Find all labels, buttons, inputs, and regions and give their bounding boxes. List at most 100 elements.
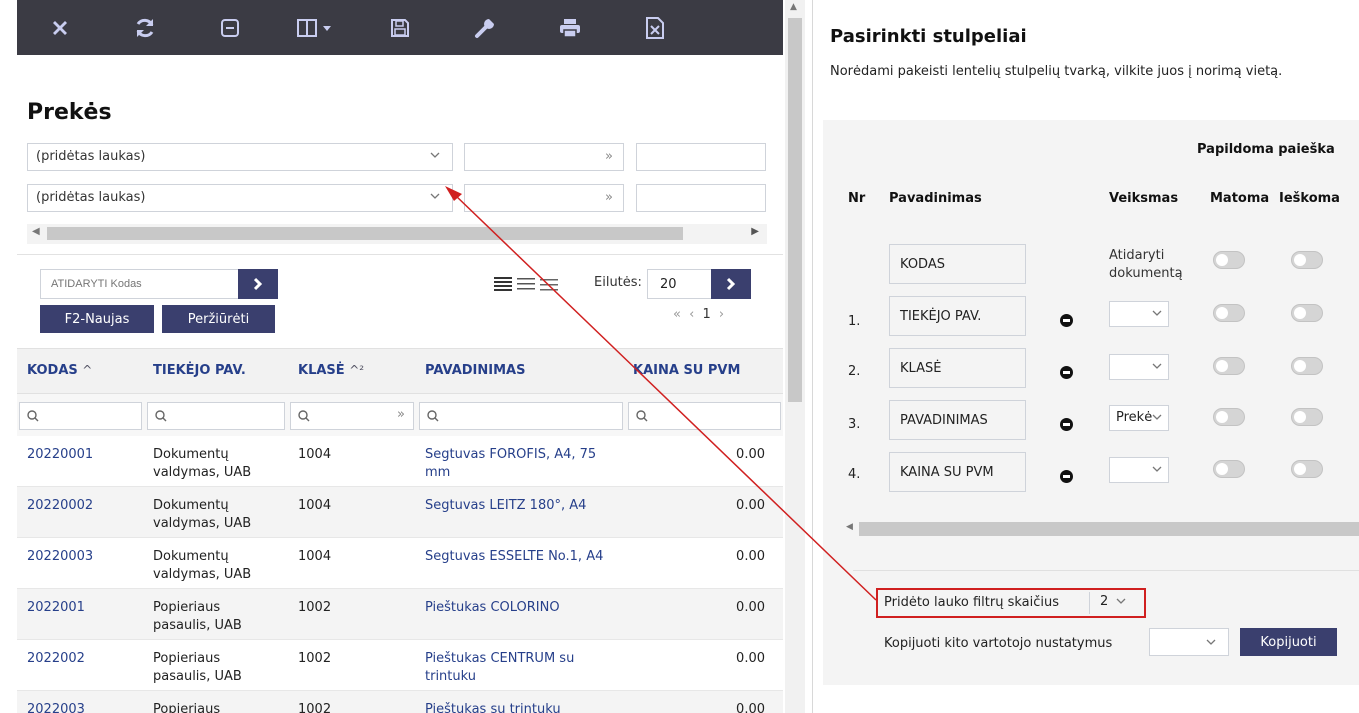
prev-page-button[interactable]: ‹	[689, 307, 696, 322]
separator	[853, 570, 1359, 571]
filter-count-select[interactable]: 2	[1089, 592, 1141, 614]
filters-horizontal-scrollbar[interactable]: ◀ ▶	[27, 224, 767, 244]
cell-pavadinimas[interactable]: Pieštukas su trintuku	[425, 701, 625, 713]
cell-klase: 1002	[298, 600, 332, 615]
filter-extra-input-2[interactable]	[636, 184, 766, 212]
wide-rows-icon[interactable]	[540, 276, 558, 292]
close-button[interactable]	[17, 0, 102, 55]
scroll-left-icon[interactable]: ◀	[32, 226, 40, 237]
table-row[interactable]: 20220001 Dokumentų valdymas, UAB 1004 Se…	[17, 436, 783, 487]
settings-button[interactable]	[442, 0, 527, 55]
chevron-down-icon	[430, 152, 440, 158]
column-header-kodas[interactable]: KODAS ^	[27, 363, 92, 378]
visible-toggle[interactable]	[1213, 408, 1245, 426]
filter-extra-input-1[interactable]	[636, 143, 766, 171]
column-item-drag-handle[interactable]: KAINA SU PVM	[889, 452, 1026, 492]
products-panel: Prekės (pridėtas laukas) » (pridėtas lau…	[0, 0, 785, 713]
table-row[interactable]: 2022001 Popieriaus pasaulis, UAB 1002 Pi…	[17, 589, 783, 640]
open-by-code-button[interactable]	[238, 269, 278, 299]
remove-column-icon[interactable]	[1060, 470, 1073, 483]
column-item-drag-handle[interactable]: TIEKĖJO PAV.	[889, 296, 1026, 336]
search-input-kaina[interactable]	[628, 402, 781, 430]
table-row[interactable]: 2022003 Popieriaus 1002 Pieštukas su tri…	[17, 691, 783, 713]
filter-value-input-1[interactable]: »	[464, 143, 624, 171]
cell-kodas[interactable]: 20220003	[27, 548, 93, 566]
remove-column-icon[interactable]	[1060, 314, 1073, 327]
scroll-up-icon[interactable]: ▲	[790, 2, 797, 12]
search-input-tiekejas[interactable]	[147, 402, 285, 430]
search-input-pavadinimas[interactable]	[419, 402, 623, 430]
remove-column-icon[interactable]	[1060, 418, 1073, 431]
visible-toggle[interactable]	[1213, 304, 1245, 322]
current-page: 1	[702, 307, 713, 322]
searchable-toggle[interactable]	[1291, 460, 1323, 478]
filter-field-select-2[interactable]: (pridėtas laukas)	[27, 184, 453, 212]
search-input-klase[interactable]: »	[290, 402, 414, 430]
cell-pavadinimas[interactable]: Segtuvas FOROFIS, A4, 75 mm	[425, 446, 625, 482]
column-item-kodas[interactable]: KODAS	[889, 244, 1026, 284]
cell-kodas[interactable]: 2022001	[27, 599, 85, 617]
cell-kodas[interactable]: 2022003	[27, 701, 85, 713]
save-button[interactable]	[357, 0, 442, 55]
medium-rows-icon[interactable]	[517, 276, 535, 292]
copy-user-select[interactable]	[1149, 628, 1229, 656]
next-page-button[interactable]: ›	[719, 307, 726, 322]
cell-pavadinimas[interactable]: Segtuvas ESSELTE No.1, A4	[425, 548, 625, 566]
cell-tiekejas: Dokumentų valdymas, UAB	[153, 549, 252, 582]
table-row[interactable]: 20220003 Dokumentų valdymas, UAB 1004 Se…	[17, 538, 783, 589]
column-item-drag-handle[interactable]: PAVADINIMAS	[889, 400, 1026, 440]
excel-export-button[interactable]	[612, 0, 697, 55]
column-header-tiekejas[interactable]: TIEKĖJO PAV.	[153, 363, 246, 378]
cell-kaina: 0.00	[736, 549, 765, 564]
cell-pavadinimas[interactable]: Segtuvas LEITZ 180°, A4	[425, 497, 625, 515]
searchable-toggle[interactable]	[1291, 408, 1323, 426]
rows-per-page-input[interactable]: 20	[647, 269, 713, 299]
action-select[interactable]: Prekė	[1109, 405, 1169, 431]
open-by-code-input[interactable]	[40, 269, 240, 299]
visible-toggle[interactable]	[1213, 251, 1245, 269]
preview-button[interactable]: Peržiūrėti	[162, 305, 275, 333]
search-input-kodas[interactable]	[19, 402, 142, 430]
copy-button[interactable]: Kopijuoti	[1240, 628, 1337, 656]
action-select[interactable]	[1109, 354, 1169, 380]
dense-rows-icon[interactable]	[494, 276, 512, 292]
searchable-toggle[interactable]	[1291, 357, 1323, 375]
new-button[interactable]: F2-Naujas	[40, 305, 154, 333]
scrollbar-thumb[interactable]	[788, 18, 802, 402]
column-header-klase[interactable]: KLASĖ ^²	[298, 363, 364, 378]
column-header-kaina[interactable]: KAINA SU PVM	[633, 363, 740, 378]
table-row[interactable]: 20220002 Dokumentų valdymas, UAB 1004 Se…	[17, 487, 783, 538]
filter-field-select-1[interactable]: (pridėtas laukas)	[27, 143, 453, 171]
visible-toggle[interactable]	[1213, 357, 1245, 375]
searchable-toggle[interactable]	[1291, 304, 1323, 322]
scrollbar-thumb[interactable]	[47, 227, 683, 240]
table-row[interactable]: 2022002 Popieriaus pasaulis, UAB 1002 Pi…	[17, 640, 783, 691]
remove-column-icon[interactable]	[1060, 366, 1073, 379]
visible-toggle[interactable]	[1213, 460, 1245, 478]
cell-tiekejas: Popieriaus pasaulis, UAB	[153, 651, 242, 684]
filter-value-input-2[interactable]: »	[464, 184, 624, 212]
cell-kodas[interactable]: 2022002	[27, 650, 85, 668]
rows-per-page-apply-button[interactable]	[711, 269, 751, 299]
action-select[interactable]	[1109, 301, 1169, 327]
cell-kodas[interactable]: 20220002	[27, 497, 93, 515]
column-item-drag-handle[interactable]: KLASĖ	[889, 348, 1026, 388]
print-button[interactable]	[527, 0, 612, 55]
cell-pavadinimas[interactable]: Pieštukas COLORINO	[425, 599, 625, 617]
cell-kodas[interactable]: 20220001	[27, 446, 93, 464]
searchable-toggle[interactable]	[1291, 251, 1323, 269]
columns-horizontal-scrollbar[interactable]: ◀	[843, 520, 1359, 538]
chevron-down-icon	[1152, 414, 1162, 420]
column-header-pavadinimas[interactable]: PAVADINIMAS	[425, 363, 525, 378]
chevron-down-icon	[1152, 310, 1162, 316]
refresh-button[interactable]	[102, 0, 187, 55]
collapse-button[interactable]	[187, 0, 272, 55]
first-page-button[interactable]: «	[673, 307, 683, 322]
columns-dropdown-button[interactable]	[272, 0, 357, 55]
scroll-left-icon[interactable]: ◀	[846, 522, 853, 532]
cell-pavadinimas[interactable]: Pieštukas CENTRUM su trintuku	[425, 650, 625, 686]
scroll-right-icon[interactable]: ▶	[751, 226, 759, 237]
action-select[interactable]	[1109, 457, 1169, 483]
scrollbar-thumb[interactable]	[859, 522, 1359, 536]
vertical-scrollbar[interactable]: ▲	[785, 0, 805, 713]
